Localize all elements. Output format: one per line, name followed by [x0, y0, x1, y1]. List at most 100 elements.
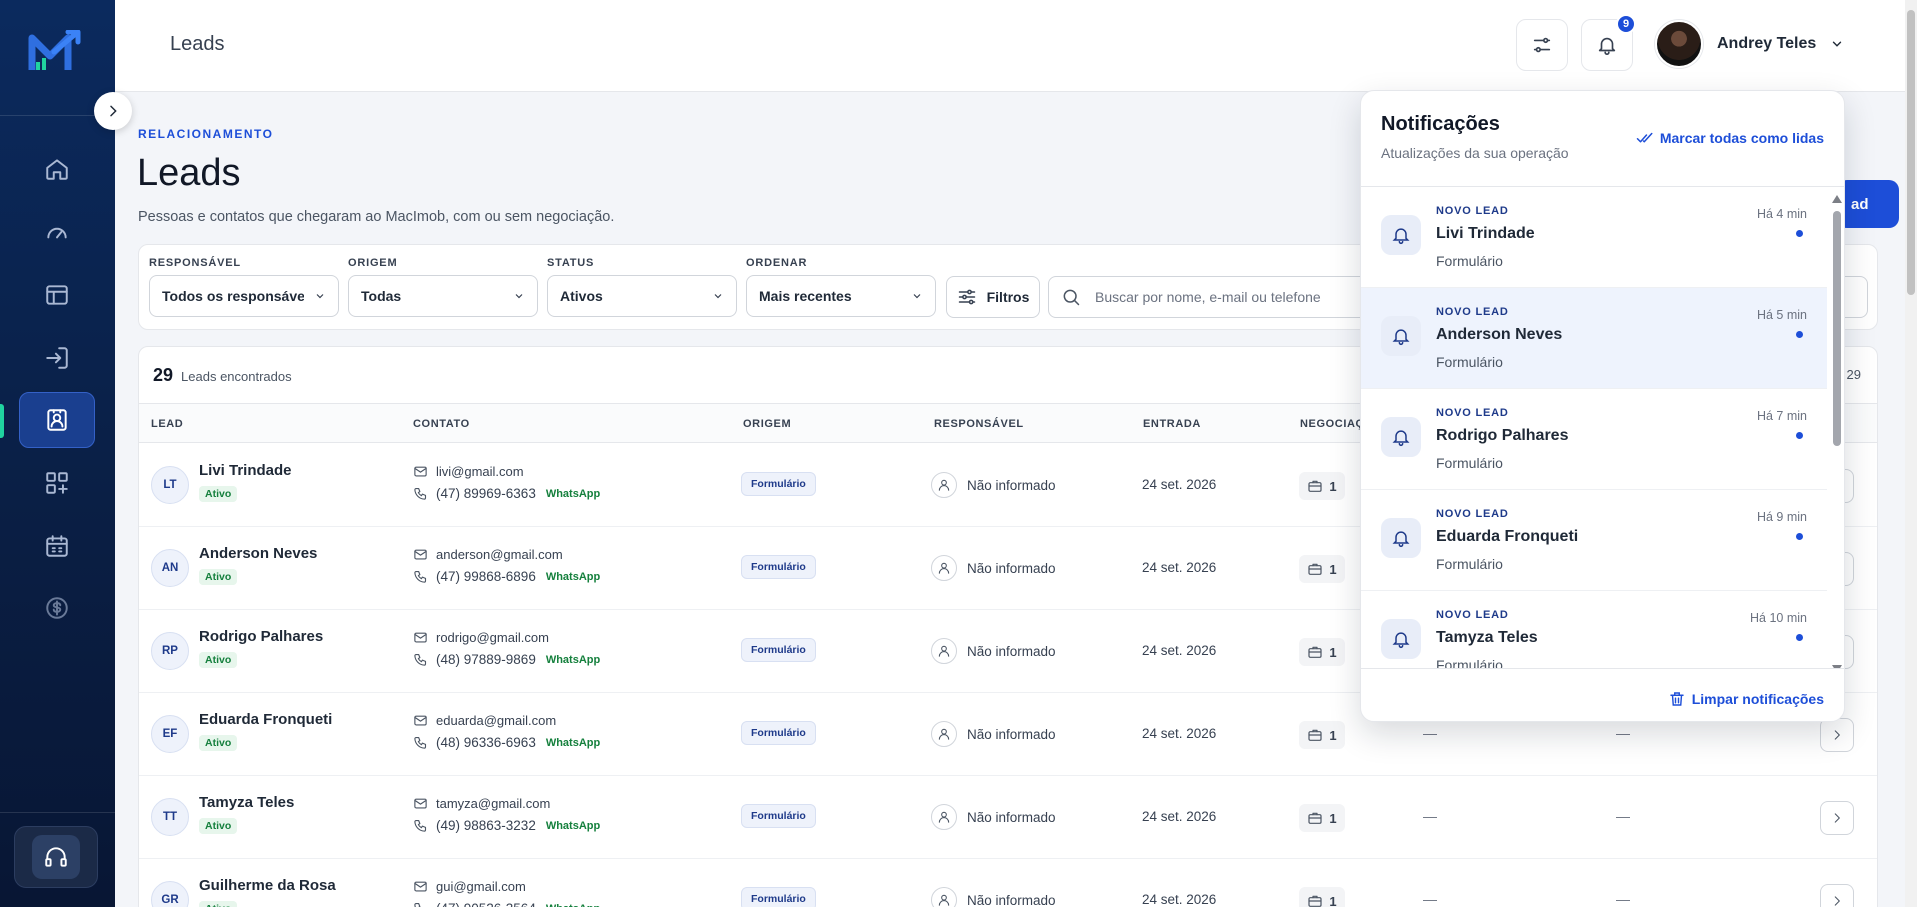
whatsapp-link[interactable]: WhatsApp: [546, 903, 600, 907]
filter-responsavel-label: RESPONSÁVEL: [149, 257, 241, 269]
sidebar: [0, 0, 115, 907]
lead-email[interactable]: gui@gmail.com: [413, 879, 526, 894]
lead-name[interactable]: Guilherme da Rosa: [199, 877, 336, 894]
negotiations-count[interactable]: 1: [1299, 721, 1345, 749]
notification-item[interactable]: NOVO LEAD Tamyza Teles Formulário Há 10 …: [1361, 591, 1827, 668]
bell-icon: [1392, 329, 1410, 346]
scroll-up-icon[interactable]: [1832, 195, 1842, 203]
empty-cell: —: [1616, 891, 1630, 907]
scroll-down-icon[interactable]: [1832, 665, 1842, 669]
sidebar-item-home[interactable]: [19, 141, 95, 197]
ordenar-select[interactable]: Mais recentes: [746, 275, 936, 317]
sidebar-item-leads[interactable]: [19, 392, 95, 448]
column-header[interactable]: RESPONSÁVEL: [934, 418, 1024, 430]
lead-name[interactable]: Rodrigo Palhares: [199, 628, 323, 645]
macimob-logo[interactable]: [28, 30, 86, 76]
lead-responsible-text: Não informado: [967, 477, 1056, 493]
lead-phone[interactable]: (49) 98863-3232 WhatsApp: [413, 818, 600, 833]
notification-item[interactable]: NOVO LEAD Livi Trindade Formulário Há 4 …: [1361, 187, 1827, 288]
settings-sliders-button[interactable]: [1516, 19, 1568, 71]
lead-email[interactable]: rodrigo@gmail.com: [413, 630, 549, 645]
open-lead-button[interactable]: [1820, 801, 1854, 835]
clear-notifications-button[interactable]: Limpar notificações: [1668, 690, 1824, 708]
lead-responsible: Não informado: [931, 638, 1056, 664]
notification-item[interactable]: NOVO LEAD Eduarda Fronqueti Formulário H…: [1361, 490, 1827, 591]
empty-cell: —: [1423, 891, 1437, 907]
lead-entry-date: 24 set. 2026: [1142, 477, 1217, 492]
negotiations-count[interactable]: 1: [1299, 638, 1345, 666]
column-header[interactable]: CONTATO: [413, 418, 470, 430]
negotiations-count-text: 1: [1329, 478, 1337, 494]
origem-value: Todas: [361, 288, 402, 304]
notifications-button[interactable]: 9: [1581, 14, 1636, 71]
user-icon-wrap: [931, 721, 957, 747]
filters-button[interactable]: Filtros: [946, 276, 1040, 318]
lead-email-text: gui@gmail.com: [436, 879, 526, 894]
page-scrollbar-thumb[interactable]: [1907, 10, 1915, 295]
scrollbar-thumb[interactable]: [1833, 211, 1841, 446]
open-lead-button[interactable]: [1820, 884, 1854, 907]
whatsapp-link[interactable]: WhatsApp: [546, 654, 600, 666]
open-lead-button[interactable]: [1820, 718, 1854, 752]
negotiations-count[interactable]: 1: [1299, 555, 1345, 583]
briefcase-icon: [1308, 812, 1322, 824]
notification-item[interactable]: NOVO LEAD Anderson Neves Formulário Há 5…: [1361, 288, 1827, 389]
lead-phone[interactable]: (47) 89969-6363 WhatsApp: [413, 486, 600, 501]
lead-email[interactable]: eduarda@gmail.com: [413, 713, 556, 728]
column-header[interactable]: ORIGEM: [743, 418, 791, 430]
negotiations-count[interactable]: 1: [1299, 804, 1345, 832]
lead-phone[interactable]: (47) 99868-6896 WhatsApp: [413, 569, 600, 584]
table-row[interactable]: TT Tamyza Teles Ativo tamyza@gmail.com (…: [139, 776, 1877, 859]
user-menu[interactable]: Andrey Teles: [1655, 20, 1844, 68]
origem-select[interactable]: Todas: [348, 275, 538, 317]
bell-icon: [1392, 531, 1410, 548]
mark-all-read-button[interactable]: Marcar todas como lidas: [1636, 129, 1824, 147]
lead-phone-text: (47) 99868-6896: [436, 569, 536, 584]
lead-phone[interactable]: (48) 96336-6963 WhatsApp: [413, 735, 600, 750]
notifications-list[interactable]: NOVO LEAD Tamyza Teles Formulário Há 10 …: [1361, 186, 1844, 669]
new-lead-button[interactable]: ad: [1837, 180, 1899, 228]
whatsapp-link[interactable]: WhatsApp: [546, 488, 600, 500]
lead-responsible: Não informado: [931, 555, 1056, 581]
page-scrollbar[interactable]: [1905, 0, 1917, 907]
table-row[interactable]: GR Guilherme da Rosa Ativo gui@gmail.com…: [139, 859, 1877, 907]
results-count-number: 29: [153, 365, 174, 385]
lead-name[interactable]: Eduarda Fronqueti: [199, 711, 332, 728]
column-header[interactable]: NEGOCIAÇ: [1300, 418, 1364, 430]
sidebar-collapse-button[interactable]: [94, 92, 132, 130]
filter-origem: ORIGEM Todas: [348, 257, 538, 317]
lead-phone[interactable]: (47) 90526-3564 WhatsApp: [413, 901, 600, 907]
lead-responsible: Não informado: [931, 721, 1056, 747]
notification-item[interactable]: NOVO LEAD Rodrigo Palhares Formulário Há…: [1361, 389, 1827, 490]
sidebar-item-layout[interactable]: [19, 267, 95, 323]
lead-phone-text: (49) 98863-3232: [436, 818, 536, 833]
column-header[interactable]: LEAD: [151, 418, 183, 430]
sidebar-item-calendar[interactable]: [19, 518, 95, 574]
responsavel-select[interactable]: Todos os responsáveis: [149, 275, 339, 317]
column-header[interactable]: ENTRADA: [1143, 418, 1201, 430]
lead-email[interactable]: anderson@gmail.com: [413, 547, 563, 562]
status-select[interactable]: Ativos: [547, 275, 737, 317]
sidebar-item-import[interactable]: [19, 330, 95, 386]
sidebar-item-finance[interactable]: [19, 580, 95, 636]
lead-name[interactable]: Livi Trindade: [199, 462, 292, 479]
whatsapp-link[interactable]: WhatsApp: [546, 571, 600, 583]
lead-name[interactable]: Anderson Neves: [199, 545, 317, 562]
lead-phone[interactable]: (48) 97889-9869 WhatsApp: [413, 652, 600, 667]
negotiations-count[interactable]: 1: [1299, 887, 1345, 907]
whatsapp-link[interactable]: WhatsApp: [546, 737, 600, 749]
support-button[interactable]: [14, 826, 98, 888]
sidebar-item-modules[interactable]: [19, 455, 95, 511]
notification-lead-name: Livi Trindade: [1436, 225, 1535, 242]
lead-initials: LT: [151, 466, 189, 504]
lead-email[interactable]: tamyza@gmail.com: [413, 796, 550, 811]
lead-name[interactable]: Tamyza Teles: [199, 794, 294, 811]
negotiations-count[interactable]: 1: [1299, 472, 1345, 500]
notification-time: Há 4 min: [1756, 207, 1807, 221]
sidebar-item-dashboard[interactable]: [19, 204, 95, 260]
lead-email[interactable]: livi@gmail.com: [413, 464, 524, 479]
whatsapp-link[interactable]: WhatsApp: [546, 820, 600, 832]
notifications-scrollbar[interactable]: [1832, 195, 1842, 668]
bell-icon: [1392, 228, 1410, 245]
lead-phone-text: (47) 89969-6363: [436, 486, 536, 501]
